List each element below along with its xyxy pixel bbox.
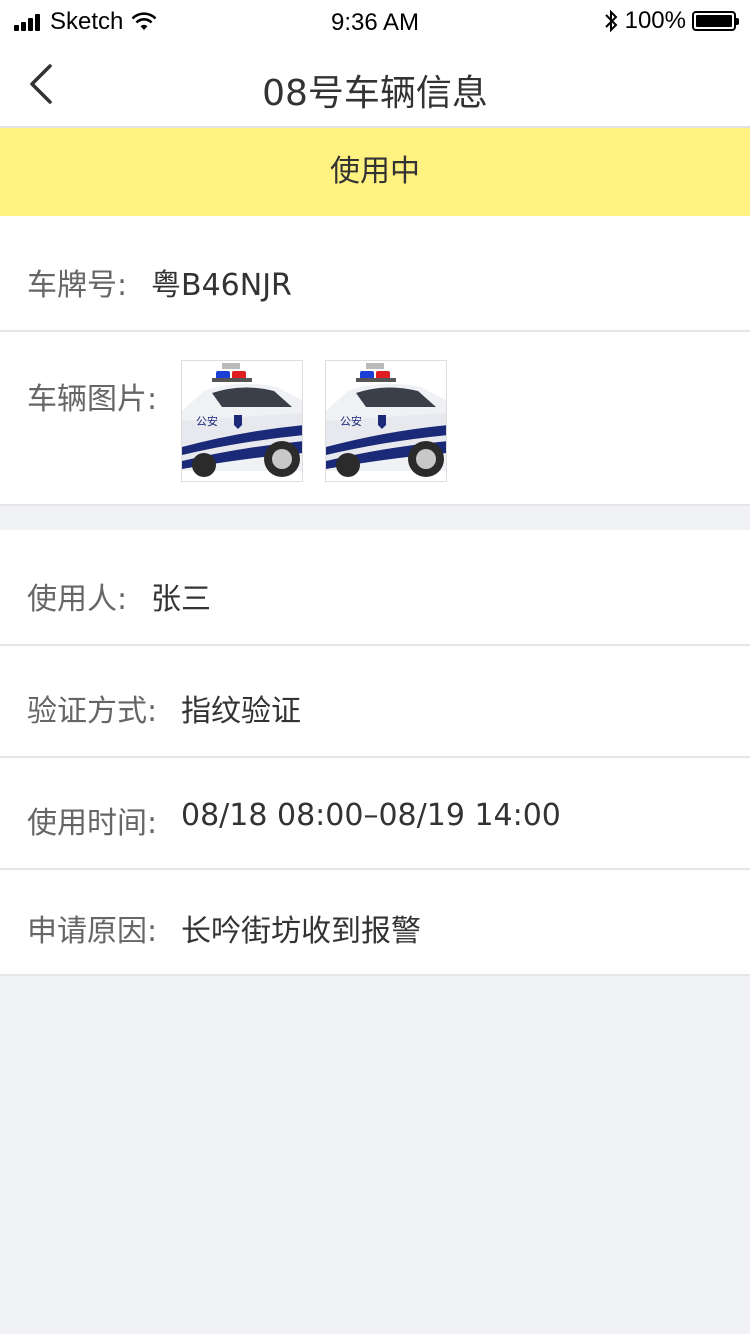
car-badge-text: 公安 (196, 414, 218, 428)
battery-icon (692, 11, 739, 31)
verify-value: 指纹验证 (181, 694, 301, 729)
vehicle-section: 车牌号: 粤B46NJR 车辆图片: 公安 公安 (0, 216, 750, 506)
battery-fill (696, 15, 732, 27)
photos-row: 车辆图片: 公安 公安 (0, 332, 750, 506)
vehicle-photo-2[interactable]: 公安 (325, 360, 447, 482)
status-right: 100% (603, 7, 739, 35)
bluetooth-icon (604, 9, 618, 33)
status-bar: Sketch 9:36 AM 100% (0, 0, 750, 40)
police-car-icon: 公安 (326, 363, 446, 477)
time-row: 使用时间: 08/18 08:00–08/19 14:00 (0, 758, 750, 870)
time-value: 08/18 08:00–08/19 14:00 (181, 798, 561, 833)
nav-bar: 08号车辆信息 (0, 40, 750, 128)
plate-value: 粤B46NJR (151, 268, 292, 303)
photos-label: 车辆图片: (27, 382, 158, 417)
battery-percent: 100% (624, 7, 686, 34)
page-title: 08号车辆信息 (262, 73, 488, 114)
reason-row: 申请原因: 长吟街坊收到报警 (0, 870, 750, 976)
reason-label: 申请原因: (27, 914, 158, 949)
user-label: 使用人: (27, 582, 128, 617)
reason-value: 长吟街坊收到报警 (181, 914, 421, 949)
user-row: 使用人: 张三 (0, 530, 750, 646)
plate-label: 车牌号: (27, 268, 128, 303)
status-banner: 使用中 (0, 128, 750, 216)
usage-section: 使用人: 张三 验证方式: 指纹验证 使用时间: 08/18 08:00–08/… (0, 530, 750, 976)
plate-row: 车牌号: 粤B46NJR (0, 216, 750, 332)
verify-label: 验证方式: (27, 694, 158, 729)
car-badge-text: 公安 (340, 414, 362, 428)
verify-row: 验证方式: 指纹验证 (0, 646, 750, 758)
police-car-icon: 公安 (182, 363, 302, 477)
vehicle-photo-1[interactable]: 公安 (181, 360, 303, 482)
time-label: 使用时间: (27, 806, 158, 841)
user-value: 张三 (151, 582, 211, 617)
